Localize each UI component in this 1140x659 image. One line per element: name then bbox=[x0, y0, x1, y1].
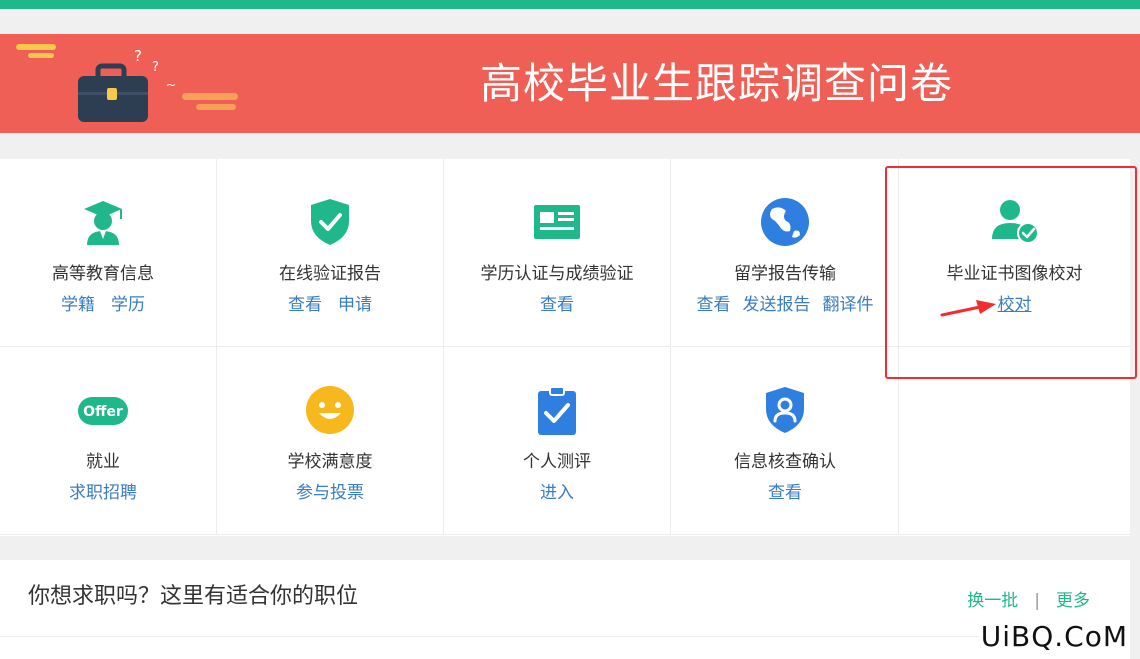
service-satisfaction: 学校满意度 参与投票 bbox=[217, 347, 444, 535]
id-card-icon bbox=[534, 205, 580, 239]
watermark: UiBQ.CoM bbox=[978, 620, 1130, 653]
link-enter[interactable]: 进入 bbox=[540, 483, 574, 503]
service-title: 学历认证与成绩验证 bbox=[480, 264, 634, 284]
svg-text:?: ? bbox=[134, 47, 142, 65]
svg-text:~: ~ bbox=[166, 78, 176, 92]
svg-text:Offer: Offer bbox=[83, 404, 123, 420]
link-send-report[interactable]: 发送报告 bbox=[743, 295, 811, 315]
service-title: 就业 bbox=[86, 452, 120, 472]
banner-title[interactable]: 高校毕业生跟踪调查问卷 bbox=[480, 56, 953, 112]
service-education-info: 高等教育信息 学籍 学历 bbox=[0, 159, 217, 347]
smiley-icon bbox=[306, 386, 354, 434]
service-title: 学校满意度 bbox=[287, 452, 373, 472]
briefcase-illustration: ? ? ~ bbox=[16, 44, 238, 122]
service-certification: 学历认证与成绩验证 查看 bbox=[444, 159, 671, 347]
link-job-recruitment[interactable]: 求职招聘 bbox=[69, 483, 137, 503]
refresh-button[interactable]: 换一批 bbox=[967, 591, 1018, 611]
link-view[interactable]: 查看 bbox=[768, 483, 802, 503]
empty-cell bbox=[899, 347, 1130, 535]
service-links: 查看 申请 bbox=[217, 293, 443, 317]
actions-divider: | bbox=[1034, 591, 1040, 611]
link-proofread[interactable]: 校对 bbox=[998, 295, 1032, 315]
link-view[interactable]: 查看 bbox=[540, 295, 574, 315]
service-online-report: 在线验证报告 查看 申请 bbox=[217, 159, 444, 347]
offer-icon: Offer bbox=[78, 397, 128, 425]
service-employment: Offer 就业 求职招聘 bbox=[0, 347, 217, 535]
link-vote[interactable]: 参与投票 bbox=[296, 483, 364, 503]
service-title: 毕业证书图像校对 bbox=[946, 264, 1083, 284]
service-links: 查看 bbox=[444, 293, 670, 317]
survey-banner[interactable]: ? ? ~ 高校毕业生跟踪调查问卷 bbox=[0, 34, 1140, 133]
service-links: 进入 bbox=[444, 481, 670, 505]
service-links: 校对 bbox=[899, 293, 1130, 317]
shield-check-icon bbox=[311, 199, 349, 245]
service-info-verify: 信息核查确认 查看 bbox=[672, 347, 899, 535]
service-links: 参与投票 bbox=[217, 481, 443, 505]
service-overseas-report: 留学报告传输 查看 发送报告 翻译件 bbox=[672, 159, 899, 347]
link-view[interactable]: 查看 bbox=[697, 295, 731, 315]
svg-text:?: ? bbox=[152, 60, 159, 75]
graduate-icon bbox=[84, 201, 122, 245]
more-button[interactable]: 更多 bbox=[1056, 591, 1090, 611]
link-apply[interactable]: 申请 bbox=[338, 295, 372, 315]
top-accent-bar bbox=[0, 0, 1140, 9]
jobs-section: 你想求职吗？这里有适合你的职位 换一批 | 更多 bbox=[0, 560, 1130, 659]
link-student-status[interactable]: 学籍 bbox=[61, 295, 95, 315]
shield-user-icon bbox=[766, 387, 804, 433]
service-title: 个人测评 bbox=[523, 452, 591, 472]
jobs-actions: 换一批 | 更多 bbox=[967, 586, 1090, 611]
globe-icon bbox=[761, 198, 809, 246]
link-degree[interactable]: 学历 bbox=[111, 295, 145, 315]
service-title: 信息核查确认 bbox=[734, 452, 836, 472]
jobs-divider bbox=[0, 636, 1130, 637]
clipboard-check-icon bbox=[538, 386, 576, 435]
link-view[interactable]: 查看 bbox=[288, 295, 322, 315]
service-links: 求职招聘 bbox=[0, 481, 216, 505]
service-title: 高等教育信息 bbox=[52, 264, 154, 284]
service-personal-test: 个人测评 进入 bbox=[444, 347, 671, 535]
user-check-icon bbox=[991, 200, 1039, 244]
service-title: 在线验证报告 bbox=[279, 264, 381, 284]
link-translation[interactable]: 翻译件 bbox=[823, 295, 874, 315]
service-links: 学籍 学历 bbox=[0, 293, 216, 317]
service-diploma-image: 毕业证书图像校对 校对 bbox=[899, 159, 1130, 347]
service-title: 留学报告传输 bbox=[734, 264, 836, 284]
service-links: 查看 发送报告 翻译件 bbox=[672, 293, 898, 317]
red-arrow-annotation bbox=[940, 300, 996, 317]
services-grid: 高等教育信息 学籍 学历 在线验证报告 查看 申请 学历认证与成绩验证 查看 留… bbox=[0, 159, 1130, 536]
service-links: 查看 bbox=[672, 481, 898, 505]
jobs-title: 你想求职吗？这里有适合你的职位 bbox=[28, 584, 359, 609]
